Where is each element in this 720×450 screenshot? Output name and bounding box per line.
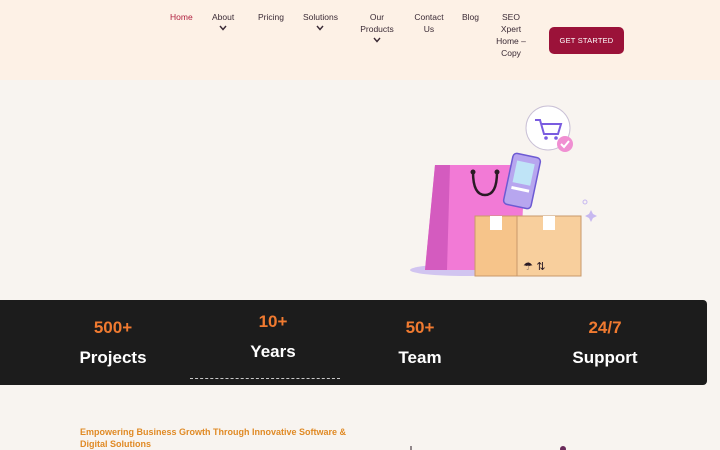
nav-our-products[interactable]: Our Products xyxy=(358,11,396,43)
nav-contact-us[interactable]: Contact Us xyxy=(411,11,447,35)
tagline: Empowering Business Growth Through Innov… xyxy=(80,427,347,449)
nav-blog-label: Blog xyxy=(462,12,480,22)
site-header: Home About Pricing Solutions Our Product… xyxy=(0,0,720,80)
stat-support-number: 24/7 xyxy=(588,318,622,337)
chevron-down-icon xyxy=(219,25,227,31)
stats-band: 500+ Projects 10+ Years 50+ Team 24/7 Su… xyxy=(0,300,707,385)
chevron-down-icon xyxy=(373,37,381,43)
box-icon: ☂ ⇅ xyxy=(474,215,582,277)
stat-team: 50+ Team xyxy=(350,318,490,368)
nav-pricing-label: Pricing xyxy=(258,12,284,22)
nav-seo-xpert-home-copy-label: SEO Xpert Home – Copy xyxy=(496,12,526,58)
nav-pricing[interactable]: Pricing xyxy=(258,11,284,23)
nav-home-label: Home xyxy=(170,12,193,22)
stat-projects-number: 500+ xyxy=(93,318,133,337)
stat-support: 24/7 Support xyxy=(535,318,675,368)
stat-team-number: 50+ xyxy=(405,318,435,337)
stat-years-label: Years xyxy=(250,342,296,361)
stat-team-label: Team xyxy=(398,348,442,367)
chevron-down-icon xyxy=(316,25,325,31)
svg-text:☂ ⇅: ☂ ⇅ xyxy=(523,260,546,273)
nav-our-products-label: Our Products xyxy=(360,12,394,34)
nav-about[interactable]: About xyxy=(212,11,234,31)
shopping-illustration: ☂ ⇅ xyxy=(410,105,597,277)
stat-projects: 500+ Projects xyxy=(43,318,183,368)
stat-projects-label: Projects xyxy=(79,348,147,367)
nav-solutions[interactable]: Solutions xyxy=(303,11,338,31)
nav-seo-xpert-home-copy[interactable]: SEO Xpert Home – Copy xyxy=(496,11,526,59)
nav-contact-us-label: Contact Us xyxy=(414,12,444,34)
stat-years: 10+ Years xyxy=(203,312,343,362)
nav-blog[interactable]: Blog xyxy=(462,11,479,23)
stat-divider xyxy=(190,378,340,379)
nav-solutions-label: Solutions xyxy=(303,12,338,22)
stat-support-label: Support xyxy=(572,348,638,367)
get-started-button[interactable]: GET STARTED xyxy=(549,27,624,54)
nav-home[interactable]: Home xyxy=(170,11,193,23)
nav-about-label: About xyxy=(212,12,235,22)
phone-icon xyxy=(502,152,542,210)
check-icon xyxy=(557,136,573,152)
stat-years-number: 10+ xyxy=(258,312,288,331)
decorative-marks xyxy=(410,446,566,450)
